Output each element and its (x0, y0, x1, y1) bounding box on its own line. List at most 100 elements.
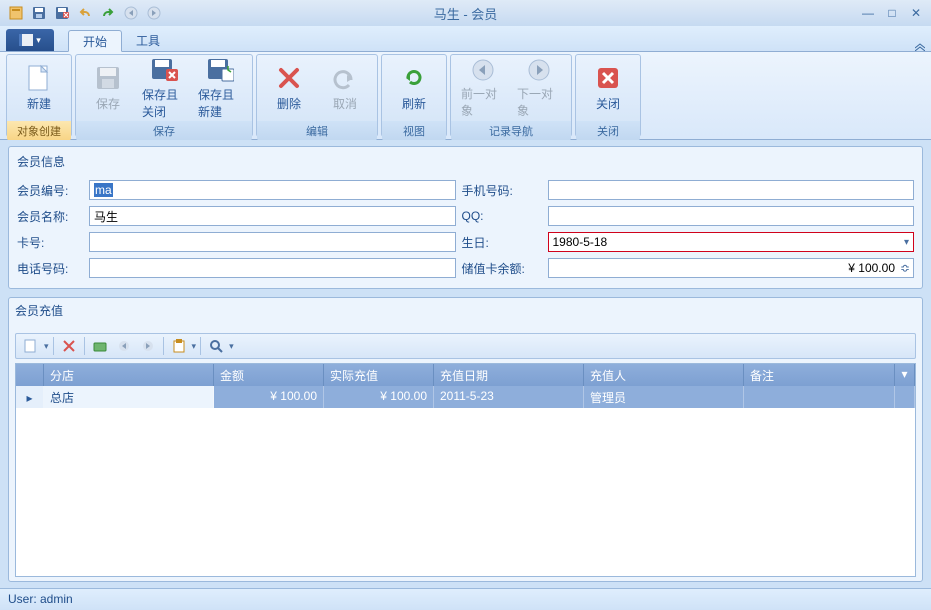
cell-end (895, 386, 915, 409)
title-bar: 马生 - 会员 — □ ✕ (0, 0, 931, 26)
recharge-grid: 分店 金额 实际充值 充值日期 充值人 备注 ▾ ▸ 总店 ¥ 100.00 ¥… (15, 363, 916, 577)
ribbon-collapse-icon[interactable] (909, 41, 931, 51)
group-create-title: 对象创建 (7, 121, 71, 141)
row-indicator-icon: ▸ (16, 386, 44, 409)
mini-delete-icon[interactable] (58, 336, 80, 356)
qat-save-icon[interactable] (29, 3, 49, 23)
mini-next-icon[interactable] (137, 336, 159, 356)
group-view: 刷新 视图 (381, 54, 447, 137)
cancel-button[interactable]: 取消 (317, 57, 373, 119)
birthday-value: 1980-5-18 (553, 235, 608, 249)
prev-button[interactable]: 前一对象 (455, 57, 511, 119)
group-create: 新建 对象创建 (6, 54, 72, 137)
head-branch[interactable]: 分店 (44, 364, 214, 387)
save-button[interactable]: 保存 (80, 57, 136, 119)
status-bar: User: admin (0, 588, 931, 610)
save-new-label: 保存且新建 (198, 86, 242, 120)
app-icon[interactable] (6, 3, 26, 23)
cell-operator[interactable]: 管理员 (584, 386, 744, 409)
refresh-button[interactable]: 刷新 (386, 57, 442, 119)
phone-label: 电话号码: (17, 260, 83, 277)
head-amount[interactable]: 金额 (214, 364, 324, 387)
next-button[interactable]: 下一对象 (511, 57, 567, 119)
grid-header: 分店 金额 实际充值 充值日期 充值人 备注 ▾ (16, 364, 915, 386)
system-menu-button[interactable]: ▾ (6, 29, 54, 51)
member-no-input[interactable]: ma (89, 180, 456, 200)
qat-prev-icon[interactable] (121, 3, 141, 23)
group-edit: 删除 取消 编辑 (256, 54, 378, 137)
recharge-panel: 会员充值 ▾ ▾ ▾ 分店 金额 实际充值 充值日期 充值人 (8, 297, 923, 582)
cell-date[interactable]: 2011-5-23 (434, 386, 584, 409)
ribbon: 新建 对象创建 保存 保存且关闭 保存且新建 保存 删除 (0, 52, 931, 140)
close-button[interactable]: 关闭 (580, 57, 636, 119)
balance-input[interactable]: ¥ 100.00 (548, 258, 915, 278)
next-icon (525, 58, 553, 82)
mobile-label: 手机号码: (462, 182, 542, 199)
qq-input[interactable] (548, 206, 915, 226)
cell-branch[interactable]: 总店 (44, 386, 214, 409)
group-edit-title: 编辑 (257, 121, 377, 141)
delete-icon (275, 64, 303, 92)
member-info-panel: 会员信息 会员编号: ma 手机号码: 会员名称: 马生 QQ: 卡号: 生日:… (8, 146, 923, 289)
head-actual[interactable]: 实际充值 (324, 364, 434, 387)
save-close-button[interactable]: 保存且关闭 (136, 57, 192, 119)
new-label: 新建 (27, 95, 51, 112)
mini-prev-icon[interactable] (113, 336, 135, 356)
new-doc-icon (25, 64, 53, 92)
ribbon-tab-bar: ▾ 开始 工具 (0, 26, 931, 52)
balance-value: ¥ 100.00 (848, 261, 895, 275)
group-close: 关闭 关闭 (575, 54, 641, 137)
mobile-input[interactable] (548, 180, 915, 200)
card-no-input[interactable] (89, 232, 456, 252)
delete-button[interactable]: 删除 (261, 57, 317, 119)
refresh-icon (400, 64, 428, 92)
qat-redo-icon[interactable] (98, 3, 118, 23)
birthday-label: 生日: (462, 234, 542, 251)
member-no-label: 会员编号: (17, 182, 83, 199)
balance-label: 储值卡余额: (462, 260, 542, 277)
qat-save-close-icon[interactable] (52, 3, 72, 23)
head-filter-icon[interactable]: ▾ (895, 364, 915, 387)
qat-next-icon[interactable] (144, 3, 164, 23)
birthday-input[interactable]: 1980-5-18 (548, 232, 915, 252)
refresh-label: 刷新 (402, 95, 426, 112)
member-info-form: 会员编号: ma 手机号码: 会员名称: 马生 QQ: 卡号: 生日: 1980… (17, 180, 914, 278)
head-date[interactable]: 充值日期 (434, 364, 584, 387)
save-close-label: 保存且关闭 (142, 86, 186, 120)
group-close-title: 关闭 (576, 121, 640, 141)
cancel-icon (331, 64, 359, 92)
member-name-input[interactable]: 马生 (89, 206, 456, 226)
card-no-label: 卡号: (17, 234, 83, 251)
quick-access-toolbar (6, 3, 164, 23)
cancel-label: 取消 (333, 95, 357, 112)
table-row[interactable]: ▸ 总店 ¥ 100.00 ¥ 100.00 2011-5-23 管理员 (16, 386, 915, 408)
head-operator[interactable]: 充值人 (584, 364, 744, 387)
close-label: 关闭 (596, 95, 620, 112)
phone-input[interactable] (89, 258, 456, 278)
member-info-title: 会员信息 (17, 153, 914, 170)
mini-link-icon[interactable] (89, 336, 111, 356)
close-icon (594, 64, 622, 92)
tab-tools[interactable]: 工具 (122, 29, 174, 51)
cell-actual[interactable]: ¥ 100.00 (324, 386, 434, 409)
content-area: 会员信息 会员编号: ma 手机号码: 会员名称: 马生 QQ: 卡号: 生日:… (0, 140, 931, 588)
close-window-button[interactable]: ✕ (907, 4, 925, 22)
save-close-icon (150, 57, 178, 83)
qat-undo-icon[interactable] (75, 3, 95, 23)
new-button[interactable]: 新建 (11, 57, 67, 119)
recharge-title: 会员充值 (15, 302, 916, 319)
mini-new-icon[interactable] (20, 336, 42, 356)
cell-remark[interactable] (744, 386, 895, 409)
restore-button[interactable]: □ (883, 4, 901, 22)
delete-label: 删除 (277, 95, 301, 112)
prev-label: 前一对象 (461, 85, 505, 119)
head-remark[interactable]: 备注 (744, 364, 895, 387)
minimize-button[interactable]: — (859, 4, 877, 22)
group-nav: 前一对象 下一对象 记录导航 (450, 54, 572, 137)
save-new-button[interactable]: 保存且新建 (192, 57, 248, 119)
window-controls: — □ ✕ (859, 4, 925, 22)
tab-start[interactable]: 开始 (68, 30, 122, 52)
mini-search-icon[interactable] (205, 336, 227, 356)
cell-amount[interactable]: ¥ 100.00 (214, 386, 324, 409)
mini-clipboard-icon[interactable] (168, 336, 190, 356)
